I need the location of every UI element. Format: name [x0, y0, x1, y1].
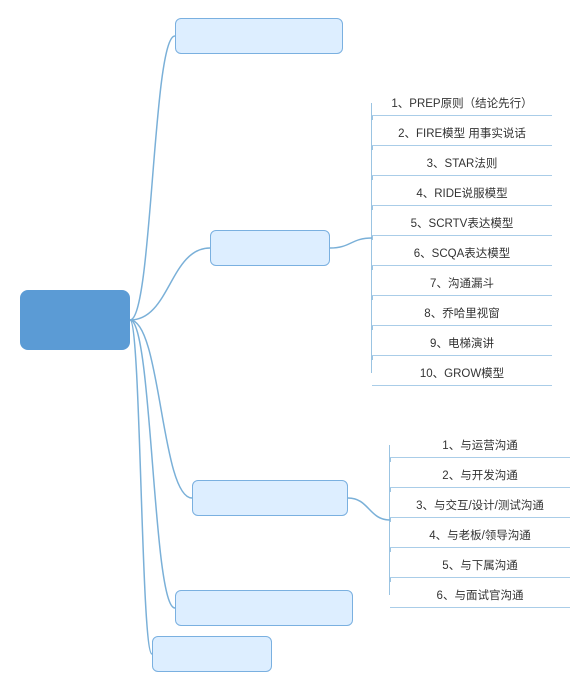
- level2-node-2-5[interactable]: 6、SCQA表达模型: [372, 240, 552, 266]
- level2-label-2-0: 1、PREP原则（结论先行）: [391, 95, 532, 111]
- level2-node-3-3[interactable]: 4、与老板/领导沟通: [390, 522, 570, 548]
- level2-label-3-0: 1、与运营沟通: [442, 437, 517, 453]
- level2-node-3-5[interactable]: 6、与面试官沟通: [390, 582, 570, 608]
- level2-label-3-3: 4、与老板/领导沟通: [429, 527, 531, 543]
- level2-node-2-2[interactable]: 3、STAR法则: [372, 150, 552, 176]
- level2-node-2-8[interactable]: 9、电梯演讲: [372, 330, 552, 356]
- level2-label-2-5: 6、SCQA表达模型: [414, 245, 511, 261]
- level2-label-2-9: 10、GROW模型: [420, 365, 504, 381]
- level2-node-2-3[interactable]: 4、RIDE说服模型: [372, 180, 552, 206]
- level2-node-3-0[interactable]: 1、与运营沟通: [390, 432, 570, 458]
- level2-node-2-6[interactable]: 7、沟通漏斗: [372, 270, 552, 296]
- level2-node-3-2[interactable]: 3、与交互/设计/测试沟通: [390, 492, 570, 518]
- level2-node-2-1[interactable]: 2、FIRE模型 用事实说话: [372, 120, 552, 146]
- level2-label-2-3: 4、RIDE说服模型: [416, 185, 507, 201]
- level2-label-2-1: 2、FIRE模型 用事实说话: [398, 125, 526, 141]
- level2-label-2-7: 8、乔哈里视窗: [424, 305, 499, 321]
- level2-label-3-4: 5、与下属沟通: [442, 557, 517, 573]
- level1-node-2[interactable]: [210, 230, 330, 266]
- level2-label-3-5: 6、与面试官沟通: [437, 587, 524, 603]
- level2-label-2-4: 5、SCRTV表达模型: [411, 215, 514, 231]
- level2-label-3-1: 2、与开发沟通: [442, 467, 517, 483]
- level2-node-2-9[interactable]: 10、GROW模型: [372, 360, 552, 386]
- level2-node-3-4[interactable]: 5、与下属沟通: [390, 552, 570, 578]
- level2-node-2-0[interactable]: 1、PREP原则（结论先行）: [372, 90, 552, 116]
- root-node: [20, 290, 130, 350]
- mind-map: 1、PREP原则（结论先行） 2、FIRE模型 用事实说话 3、STAR法则 4、RI…: [0, 0, 583, 673]
- level2-node-2-4[interactable]: 5、SCRTV表达模型: [372, 210, 552, 236]
- level2-label-2-2: 3、STAR法则: [427, 155, 498, 171]
- level1-node-1[interactable]: [175, 18, 343, 54]
- level2-label-2-8: 9、电梯演讲: [430, 335, 494, 351]
- level1-node-4[interactable]: [175, 590, 353, 626]
- level2-node-2-7[interactable]: 8、乔哈里视窗: [372, 300, 552, 326]
- level2-node-3-1[interactable]: 2、与开发沟通: [390, 462, 570, 488]
- level2-label-2-6: 7、沟通漏斗: [430, 275, 494, 291]
- level2-label-3-2: 3、与交互/设计/测试沟通: [416, 497, 544, 513]
- level1-node-5[interactable]: [152, 636, 272, 672]
- level1-node-3[interactable]: [192, 480, 348, 516]
